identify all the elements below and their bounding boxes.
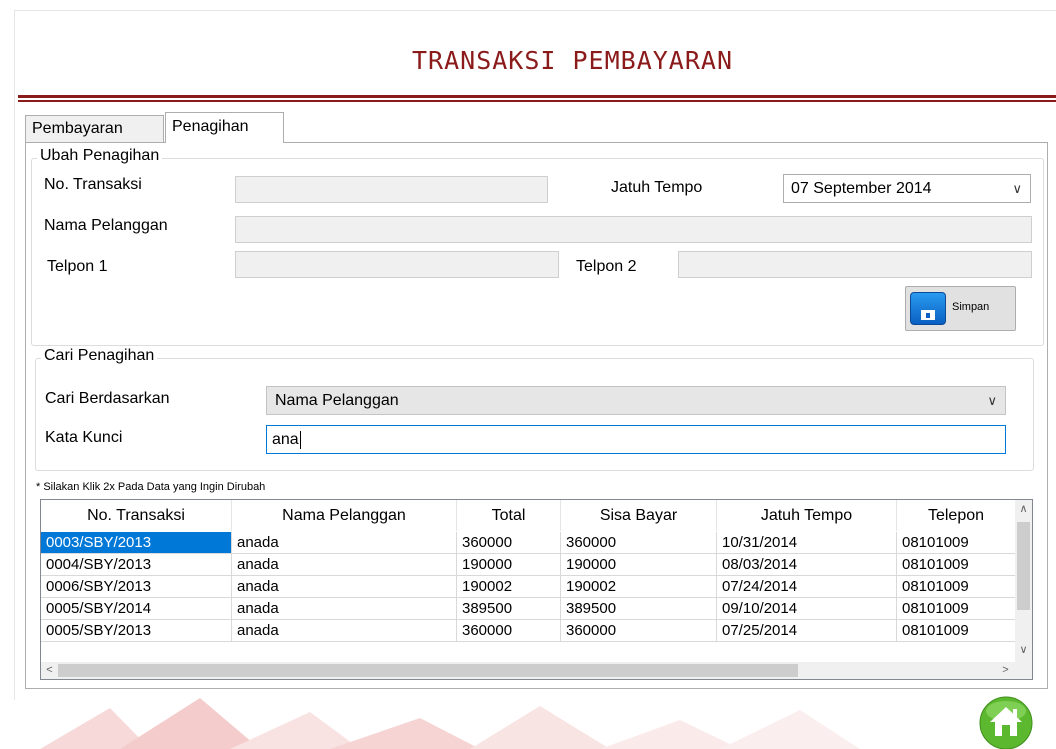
- cell-nama-pelanggan[interactable]: anada: [232, 576, 457, 598]
- scroll-down-icon[interactable]: ∨: [1015, 643, 1032, 656]
- telpon1-field[interactable]: [235, 251, 559, 278]
- vertical-scroll-thumb[interactable]: [1017, 522, 1030, 610]
- cell-telepon[interactable]: 08101009: [897, 554, 1016, 576]
- table-row[interactable]: 0006/SBY/2013 anada 190002 190002 07/24/…: [41, 576, 1016, 598]
- table-row[interactable]: 0005/SBY/2014 anada 389500 389500 09/10/…: [41, 598, 1016, 620]
- text-caret: [299, 430, 301, 449]
- cari-berdasarkan-label: Cari Berdasarkan: [45, 390, 170, 407]
- page-title: TRANSAKSI PEMBAYARAN: [411, 46, 734, 75]
- cell-no-transaksi[interactable]: 0005/SBY/2013: [41, 620, 232, 642]
- cell-jatuh-tempo[interactable]: 09/10/2014: [717, 598, 897, 620]
- window-top-border: [14, 10, 1056, 11]
- cell-total[interactable]: 360000: [457, 620, 561, 642]
- table-row[interactable]: 0004/SBY/2013 anada 190000 190000 08/03/…: [41, 554, 1016, 576]
- jatuh-tempo-datepicker[interactable]: 07 September 2014 ∨: [783, 174, 1031, 203]
- no-transaksi-field[interactable]: [235, 176, 548, 203]
- scroll-right-icon[interactable]: >: [997, 662, 1014, 679]
- window-left-border: [14, 10, 15, 700]
- cari-penagihan-legend: Cari Penagihan: [41, 347, 158, 365]
- telpon1-label: Telpon 1: [47, 258, 108, 275]
- cell-sisa-bayar[interactable]: 190000: [561, 554, 717, 576]
- column-header-telepon[interactable]: Telepon: [897, 500, 1016, 531]
- column-header-jatuh-tempo[interactable]: Jatuh Tempo: [717, 500, 897, 531]
- cell-total[interactable]: 389500: [457, 598, 561, 620]
- cell-nama-pelanggan[interactable]: anada: [232, 620, 457, 642]
- penagihan-table[interactable]: No. Transaksi Nama Pelanggan Total Sisa …: [40, 499, 1033, 680]
- cell-no-transaksi[interactable]: 0004/SBY/2013: [41, 554, 232, 576]
- cell-jatuh-tempo[interactable]: 10/31/2014: [717, 532, 897, 554]
- cari-berdasarkan-select[interactable]: Nama Pelanggan ∨: [266, 386, 1006, 415]
- no-transaksi-label: No. Transaksi: [44, 176, 142, 193]
- ubah-penagihan-legend: Ubah Penagihan: [37, 147, 163, 165]
- column-header-nama-pelanggan[interactable]: Nama Pelanggan: [232, 500, 457, 531]
- cell-telepon[interactable]: 08101009: [897, 620, 1016, 642]
- scroll-left-icon[interactable]: <: [41, 662, 58, 679]
- horizontal-scrollbar[interactable]: < >: [41, 662, 1032, 679]
- background-watermark: [40, 698, 860, 749]
- cell-no-transaksi[interactable]: 0005/SBY/2014: [41, 598, 232, 620]
- cell-telepon[interactable]: 08101009: [897, 576, 1016, 598]
- jatuh-tempo-label: Jatuh Tempo: [611, 179, 703, 196]
- cari-berdasarkan-value: Nama Pelanggan: [275, 392, 399, 409]
- cell-telepon[interactable]: 08101009: [897, 532, 1016, 554]
- cell-jatuh-tempo[interactable]: 08/03/2014: [717, 554, 897, 576]
- instruction-note: * Silakan Klik 2x Pada Data yang Ingin D…: [36, 481, 266, 493]
- telpon2-field[interactable]: [678, 251, 1032, 278]
- kata-kunci-label: Kata Kunci: [45, 429, 123, 446]
- column-header-sisa-bayar[interactable]: Sisa Bayar: [561, 500, 717, 531]
- cell-total[interactable]: 190002: [457, 576, 561, 598]
- table-header: No. Transaksi Nama Pelanggan Total Sisa …: [41, 500, 1016, 531]
- jatuh-tempo-value: 07 September 2014: [791, 180, 932, 197]
- tab-pembayaran[interactable]: Pembayaran: [25, 115, 164, 142]
- cell-nama-pelanggan[interactable]: anada: [232, 554, 457, 576]
- kata-kunci-input[interactable]: ana: [266, 425, 1006, 454]
- column-header-no-transaksi[interactable]: No. Transaksi: [41, 500, 232, 531]
- telpon2-label: Telpon 2: [576, 258, 637, 275]
- cell-nama-pelanggan[interactable]: anada: [232, 598, 457, 620]
- cell-sisa-bayar[interactable]: 360000: [561, 620, 717, 642]
- cell-telepon[interactable]: 08101009: [897, 598, 1016, 620]
- title-divider: [18, 95, 1056, 98]
- cell-nama-pelanggan[interactable]: anada: [232, 532, 457, 554]
- cell-jatuh-tempo[interactable]: 07/24/2014: [717, 576, 897, 598]
- vertical-scrollbar[interactable]: ∧ ∨: [1015, 500, 1032, 663]
- floppy-disk-icon: [910, 292, 946, 325]
- cell-sisa-bayar[interactable]: 360000: [561, 532, 717, 554]
- cell-sisa-bayar[interactable]: 190002: [561, 576, 717, 598]
- tab-penagihan[interactable]: Penagihan: [165, 112, 284, 143]
- horizontal-scroll-thumb[interactable]: [58, 664, 798, 677]
- chevron-down-icon[interactable]: ∨: [987, 387, 997, 414]
- cell-no-transaksi[interactable]: 0006/SBY/2013: [41, 576, 232, 598]
- title-divider-secondary: [18, 100, 1056, 102]
- nama-pelanggan-field[interactable]: [235, 216, 1032, 243]
- simpan-button[interactable]: Simpan: [905, 286, 1016, 331]
- cell-no-transaksi[interactable]: 0003/SBY/2013: [41, 532, 232, 554]
- cell-total[interactable]: 360000: [457, 532, 561, 554]
- scroll-up-icon[interactable]: ∧: [1015, 502, 1032, 515]
- nama-pelanggan-label: Nama Pelanggan: [44, 217, 168, 234]
- simpan-button-label: Simpan: [952, 301, 990, 313]
- home-icon[interactable]: [977, 693, 1035, 749]
- kata-kunci-value: ana: [272, 431, 299, 448]
- table-row[interactable]: 0003/SBY/2013 anada 360000 360000 10/31/…: [41, 532, 1016, 554]
- table-row[interactable]: 0005/SBY/2013 anada 360000 360000 07/25/…: [41, 620, 1016, 642]
- cell-jatuh-tempo[interactable]: 07/25/2014: [717, 620, 897, 642]
- cell-total[interactable]: 190000: [457, 554, 561, 576]
- cell-sisa-bayar[interactable]: 389500: [561, 598, 717, 620]
- chevron-down-icon[interactable]: ∨: [1012, 175, 1022, 202]
- column-header-total[interactable]: Total: [457, 500, 561, 531]
